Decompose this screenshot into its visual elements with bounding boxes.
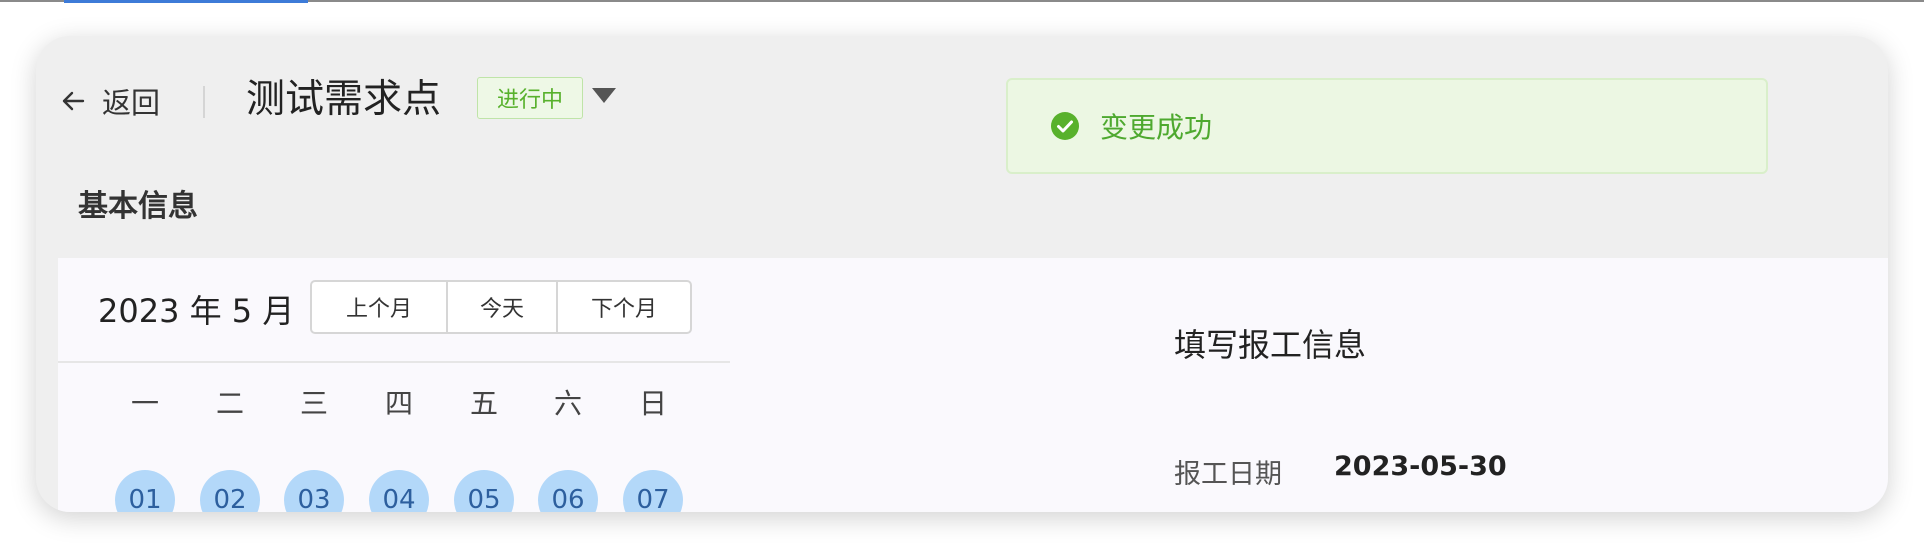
- weekday-label: 六: [553, 387, 582, 420]
- calendar-day[interactable]: 01: [115, 470, 175, 512]
- back-label: 返回: [102, 86, 161, 120]
- content-panel: 2023 年 5 月 上个月 今天 下个月 一 二 三 四 五 六 日 01 0…: [58, 258, 1888, 512]
- report-date-value: 2023-05-30: [1334, 451, 1507, 482]
- success-toast: 变更成功: [1006, 78, 1768, 174]
- today-button[interactable]: 今天: [446, 282, 556, 332]
- report-date-label: 报工日期: [1174, 459, 1282, 490]
- next-month-button[interactable]: 下个月: [556, 282, 690, 332]
- weekday-label: 一: [130, 387, 159, 420]
- weekday-label: 二: [215, 387, 244, 420]
- back-button[interactable]: 返回: [60, 80, 160, 122]
- calendar-day[interactable]: 06: [538, 470, 598, 512]
- arrow-left-icon: [62, 91, 85, 111]
- header-divider: [203, 86, 205, 118]
- window-top-border: [0, 0, 1924, 3]
- calendar-nav-group: 上个月 今天 下个月: [310, 280, 692, 334]
- check-circle-icon: [1051, 112, 1079, 140]
- weekday-label: 日: [638, 387, 667, 420]
- prev-month-button[interactable]: 上个月: [312, 282, 446, 332]
- weekday-label: 四: [384, 387, 413, 420]
- report-form-title: 填写报工信息: [1174, 326, 1367, 364]
- calendar-divider: [58, 361, 730, 363]
- app-window: 返回 测试需求点 进行中 基本信息 变更成功 2023 年 5 月 上个月 今天…: [36, 36, 1888, 512]
- calendar-day[interactable]: 05: [454, 470, 514, 512]
- calendar-month-label: 2023 年 5 月: [98, 292, 295, 330]
- weekday-label: 三: [299, 387, 328, 420]
- calendar-day[interactable]: 03: [284, 470, 344, 512]
- weekday-label: 五: [469, 387, 498, 420]
- calendar-day[interactable]: 02: [200, 470, 260, 512]
- calendar-day[interactable]: 04: [369, 470, 429, 512]
- section-title: 基本信息: [78, 189, 198, 224]
- calendar-day[interactable]: 07: [623, 470, 683, 512]
- toast-message: 变更成功: [1100, 111, 1213, 144]
- active-tab-indicator: [64, 0, 308, 3]
- status-badge: 进行中: [477, 77, 583, 119]
- caret-down-icon[interactable]: [592, 88, 616, 103]
- page-title: 测试需求点: [246, 77, 442, 122]
